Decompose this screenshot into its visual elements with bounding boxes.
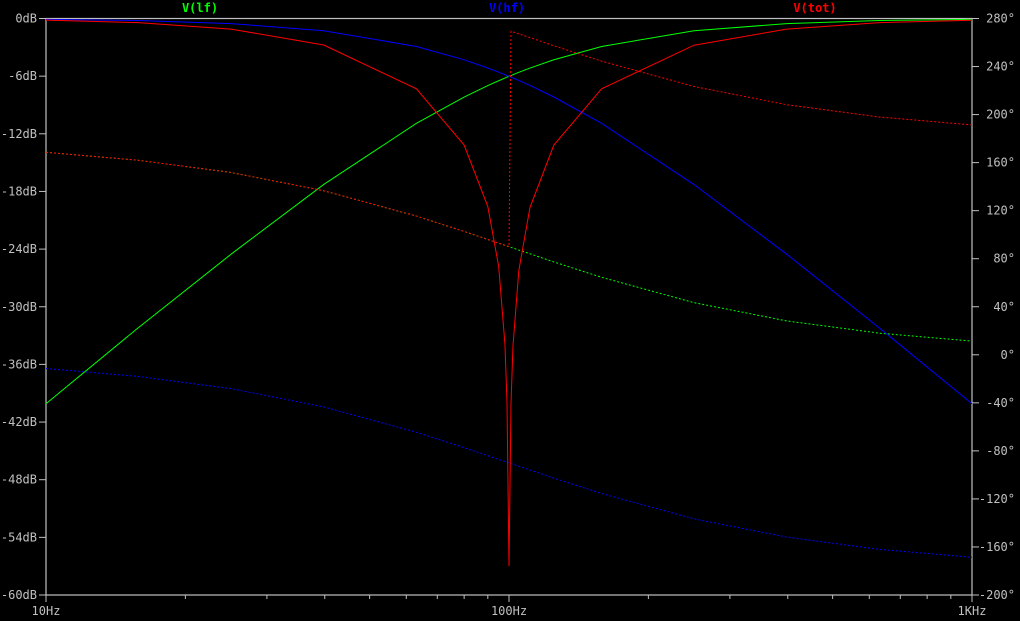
x-axis-tick-label: 1KHz (958, 604, 987, 618)
right-axis-tick-label: -80° (986, 444, 1015, 458)
left-axis-tick-label: -18dB (1, 184, 37, 198)
traces (45, 18, 973, 567)
right-axis-tick-label: 280° (986, 12, 1015, 26)
left-axis-tick-label: -30dB (1, 300, 37, 314)
left-axis-tick-label: 0dB (15, 12, 37, 26)
right-axis-tick-label: 120° (986, 204, 1015, 218)
phase-trace-vtot (45, 30, 973, 248)
x-axis-tick-label: 10Hz (32, 604, 61, 618)
right-axis-tick-label: 160° (986, 156, 1015, 170)
right-axis-tick-label: -40° (986, 396, 1015, 410)
phase-trace-vlf (45, 151, 973, 342)
magnitude-trace-vtot (45, 19, 973, 567)
right-axis-tick-label: 0° (1001, 348, 1015, 362)
left-axis-tick-label: -12dB (1, 127, 37, 141)
left-axis-tick-label: -42dB (1, 415, 37, 429)
left-axis-tick-label: -60dB (1, 588, 37, 602)
right-axis-tick-label: -200° (979, 588, 1015, 602)
left-axis-tick-label: -36dB (1, 357, 37, 371)
bode-plot: 0dB -6dB -12dB -18dB -24dB -30dB -36dB -42dB -48… (1, 1, 1015, 618)
left-axis-tick-label: -54dB (1, 530, 37, 544)
plot-frame (45, 17, 973, 596)
right-axis-tick-label: 240° (986, 60, 1015, 74)
right-axis-tick-label: -120° (979, 492, 1015, 506)
right-axis-tick-label: 40° (993, 300, 1015, 314)
left-axis-tick-label: -6dB (8, 69, 37, 83)
left-axis-tick-label: -24dB (1, 242, 37, 256)
x-axis-tick-label: 100Hz (491, 604, 527, 618)
legend-vtot: V(tot) (793, 1, 836, 15)
legend-vhf: V(hf) (489, 1, 525, 15)
left-axis-tick-label: -48dB (1, 473, 37, 487)
legend: V(lf) V(hf) V(tot) (182, 1, 837, 15)
right-axis-tick-label: 80° (993, 252, 1015, 266)
right-axis-tick-label: -160° (979, 540, 1015, 554)
right-axis-tick-label: 200° (986, 108, 1015, 122)
legend-vlf: V(lf) (182, 1, 218, 15)
